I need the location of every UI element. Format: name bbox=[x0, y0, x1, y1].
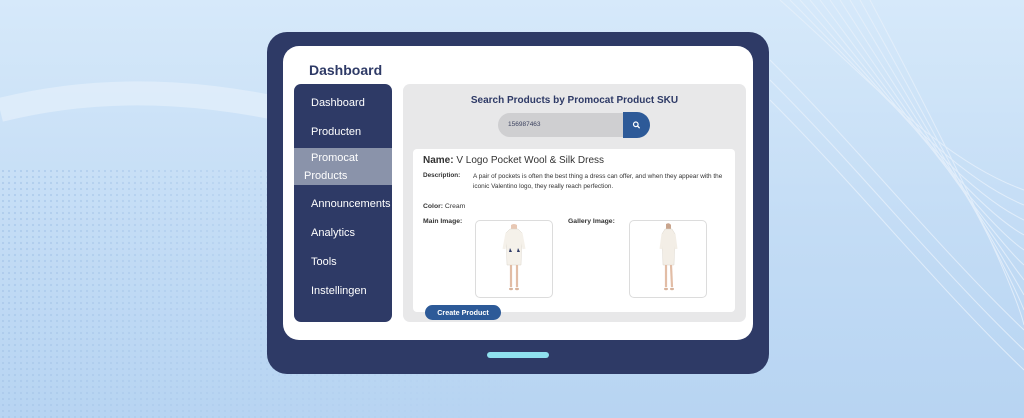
sidebar-item-announcements[interactable]: Announcements bbox=[294, 195, 392, 213]
sku-search-input[interactable]: 156987463 bbox=[498, 113, 628, 137]
gallery-image[interactable] bbox=[629, 220, 707, 298]
sidebar-item-label: Announcements bbox=[311, 198, 391, 210]
sidebar-item-producten[interactable]: Producten bbox=[294, 123, 392, 141]
product-name: V Logo Pocket Wool & Silk Dress bbox=[456, 155, 605, 166]
sidebar-item-label: Instellingen bbox=[311, 285, 367, 297]
sidebar-item-promocat-products[interactable]: Promocat Products bbox=[294, 148, 392, 185]
gallery-image-label: Gallery Image: bbox=[568, 218, 615, 225]
product-name-row: Name: V Logo Pocket Wool & Silk Dress bbox=[423, 155, 604, 166]
sidebar-item-instellingen[interactable]: Instellingen bbox=[294, 282, 392, 300]
main-image-label: Main Image: bbox=[423, 218, 463, 225]
search-icon bbox=[632, 121, 640, 129]
color-label: Color: bbox=[423, 203, 444, 210]
sidebar-nav: Dashboard Producten Promocat Products An… bbox=[294, 84, 392, 322]
search-button[interactable] bbox=[623, 112, 650, 138]
description-label: Description: bbox=[423, 172, 461, 179]
sidebar-item-label: Producten bbox=[311, 126, 362, 138]
create-product-button[interactable]: Create Product bbox=[425, 305, 501, 320]
name-label: Name: bbox=[423, 155, 454, 166]
sidebar-item-analytics[interactable]: Analytics bbox=[294, 224, 392, 242]
sidebar-item-label: Analytics bbox=[311, 227, 356, 239]
sidebar-item-tools[interactable]: Tools bbox=[294, 253, 392, 271]
search-title: Search Products by Promocat Product SKU bbox=[470, 95, 679, 106]
main-panel: Search Products by Promocat Product SKU … bbox=[403, 84, 746, 322]
product-color-row: Color: Cream bbox=[423, 203, 465, 210]
sidebar-item-label: Tools bbox=[311, 256, 337, 268]
dress-side-image bbox=[659, 223, 678, 291]
page-title: Dashboard bbox=[309, 62, 383, 78]
sidebar-item-label: Dashboard bbox=[311, 97, 365, 109]
dress-front-image bbox=[502, 224, 526, 291]
product-color: Cream bbox=[444, 203, 466, 210]
dashboard-screen: Dashboard Dashboard Producten Promocat P… bbox=[283, 46, 753, 340]
home-indicator bbox=[487, 352, 549, 358]
tablet-frame: Dashboard Dashboard Producten Promocat P… bbox=[267, 32, 769, 374]
sidebar-item-label: Promocat bbox=[311, 152, 359, 164]
product-card: Name: V Logo Pocket Wool & Silk Dress De… bbox=[413, 149, 735, 312]
product-description: A pair of pockets is often the best thin… bbox=[473, 173, 723, 190]
main-image[interactable] bbox=[475, 220, 553, 298]
sidebar-item-dashboard[interactable]: Dashboard bbox=[294, 94, 392, 112]
sidebar-item-label: Products bbox=[304, 170, 348, 182]
